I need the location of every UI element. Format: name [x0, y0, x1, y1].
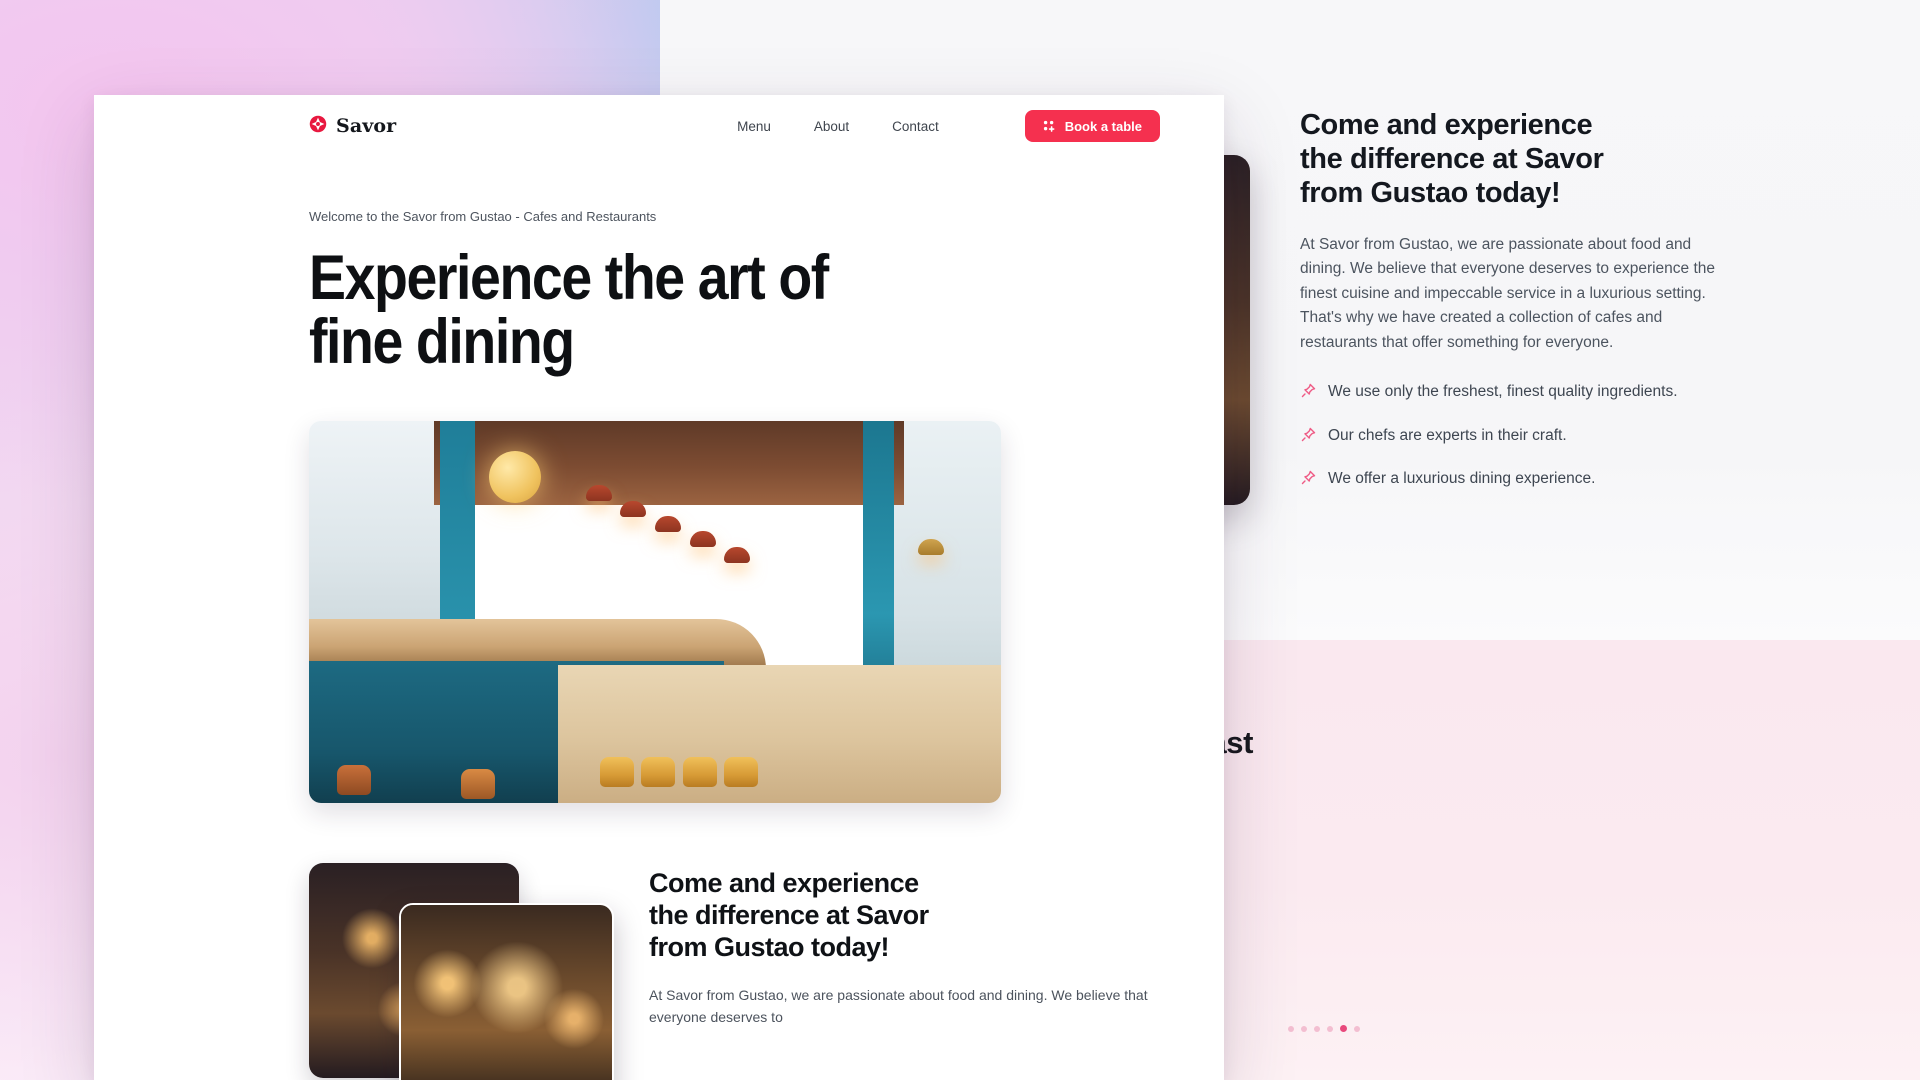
pin-icon — [1300, 382, 1317, 399]
about-heading: Come and experience the difference at Sa… — [1300, 108, 1720, 211]
about-heading-line-1: Come and experience — [1300, 109, 1593, 141]
foreground-page-card: Savor Menu About Contact Book a table We… — [94, 95, 1224, 1080]
hero-headline-line-1: Experience the art of — [309, 243, 829, 313]
about-bullet-text: We use only the freshest, finest quality… — [1328, 383, 1678, 401]
foreground-about-heading: Come and experience the difference at Sa… — [649, 867, 979, 964]
nav-link-menu[interactable]: Menu — [737, 119, 771, 134]
about-photo-interior — [399, 902, 614, 1080]
four-point-star-icon — [309, 115, 327, 138]
site-header: Savor Menu About Contact Book a table — [94, 95, 1224, 157]
about-paragraph: At Savor from Gustao, we are passionate … — [1300, 235, 1716, 351]
nav-link-about[interactable]: About — [814, 119, 849, 134]
carousel-dot[interactable] — [1327, 1025, 1333, 1032]
carousel-dots[interactable] — [1288, 1025, 1360, 1032]
pin-icon — [1300, 469, 1317, 486]
hero-eyebrow: Welcome to the Savor from Gustao - Cafes… — [309, 209, 657, 224]
about-bullet-item: We use only the freshest, finest quality… — [1300, 381, 1720, 403]
hero-section: Welcome to the Savor from Gustao - Cafes… — [94, 157, 1224, 803]
fg-about-heading-line-1: Come and experience — [649, 867, 919, 898]
about-heading-line-2: the difference at Savor — [1300, 143, 1604, 176]
hero-image — [309, 420, 1001, 803]
carousel-dot-active[interactable] — [1340, 1025, 1347, 1032]
main-nav: Menu About Contact Book a table — [737, 110, 1160, 142]
foreground-about-section: Come and experience the difference at Sa… — [94, 862, 1224, 1080]
carousel-dot[interactable] — [1354, 1025, 1360, 1032]
fg-about-heading-line-3: from Gustao today! — [649, 932, 890, 963]
hero-headline-line-2: fine dining — [309, 307, 575, 378]
about-heading-line-3: from Gustao today! — [1300, 177, 1561, 210]
book-a-table-label: Book a table — [1064, 118, 1142, 134]
carousel-dot[interactable] — [1288, 1025, 1294, 1032]
grid-plus-icon — [1043, 120, 1056, 133]
carousel-dot[interactable] — [1314, 1025, 1320, 1032]
foreground-about-text: Come and experience the difference at Sa… — [649, 863, 1160, 1080]
brand-name: Savor — [336, 115, 397, 137]
book-a-table-button[interactable]: Book a table — [1024, 110, 1160, 142]
foreground-about-paragraph: At Savor from Gustao, we are passionate … — [649, 986, 1148, 1026]
hero-headline: Experience the art of fine dining — [309, 246, 1058, 375]
fg-about-heading-line-2: the difference at Savor — [649, 899, 929, 930]
about-text-block: Come and experience the difference at Sa… — [1300, 108, 1720, 512]
pin-icon — [1300, 426, 1317, 443]
about-bullet-item: Our chefs are experts in their craft. — [1300, 425, 1720, 447]
about-image-cluster — [309, 862, 614, 1080]
about-bullet-item: We offer a luxurious dining experience. — [1300, 468, 1720, 490]
about-bullet-text: Our chefs are experts in their craft. — [1328, 426, 1567, 444]
carousel-dot[interactable] — [1301, 1025, 1307, 1032]
about-bullet-list: We use only the freshest, finest quality… — [1300, 381, 1720, 490]
about-bullet-text: We offer a luxurious dining experience. — [1328, 470, 1596, 488]
nav-link-contact[interactable]: Contact — [892, 119, 939, 134]
brand-logo[interactable]: Savor — [309, 115, 396, 138]
